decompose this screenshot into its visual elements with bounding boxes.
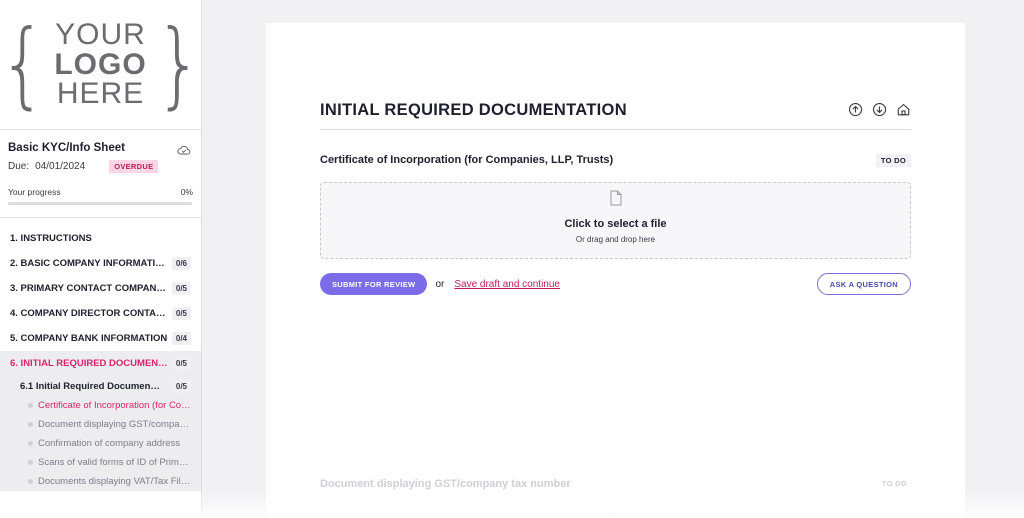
or-label: or [435, 278, 445, 290]
section-divider [320, 129, 911, 130]
header-icons [848, 102, 911, 117]
save-draft-link[interactable]: Save draft and continue [454, 279, 560, 290]
logo-left-brace: { [0, 9, 47, 119]
section-title: INITIAL REQUIRED DOCUMENTATION [320, 101, 627, 119]
nav-item-count: 0/5 [171, 307, 191, 320]
next-document-title: Document displaying GST/company tax numb… [320, 478, 571, 490]
nav-item-instructions[interactable]: 1. INSTRUCTIONS [0, 226, 201, 251]
sidebar: { YOUR LOGO HERE } Basic KYC/Info Sheet … [0, 0, 203, 518]
section-nav: 1. INSTRUCTIONS 2. BASIC COMPANY INFORMA… [0, 218, 201, 491]
logo-area: { YOUR LOGO HERE } [0, 0, 203, 130]
nav-item-company-bank[interactable]: 5. COMPANY BANK INFORMATION 0/4 [0, 326, 201, 351]
nav-item-initial-required-documentation[interactable]: 6. INITIAL REQUIRED DOCUMENTATION 0/5 [0, 351, 201, 376]
nav-item-count: 0/5 [171, 357, 191, 370]
dropzone-subtitle: Or drag and drop here [575, 235, 656, 244]
nav-doc-certificate-of-incorporation[interactable]: Certificate of Incorporation (for Compan… [0, 396, 201, 415]
ask-question-button[interactable]: ASK A QUESTION [816, 273, 911, 295]
progress-label: Your progress [8, 187, 61, 197]
nav-item-primary-contact[interactable]: 3. PRIMARY CONTACT COMPANY DETAILS 0/5 [0, 276, 201, 301]
nav-doc-label: Document displaying GST/company tax numb… [38, 419, 191, 430]
overdue-badge: OVERDUE [109, 160, 159, 173]
nav-item-count: 0/6 [171, 257, 191, 270]
nav-item-label: 6. INITIAL REQUIRED DOCUMENTATION [10, 358, 168, 369]
nav-doc-label: Confirmation of company address [38, 438, 181, 449]
sheet-title: Basic KYC/Info Sheet [8, 142, 125, 154]
logo-text: YOUR LOGO HERE [54, 18, 147, 111]
logo-line-1: YOUR [55, 18, 146, 52]
doc-status-dot [28, 479, 33, 484]
nav-item-label: 3. PRIMARY CONTACT COMPANY DETAILS [10, 283, 168, 294]
progress-row: Your progress 0% [8, 187, 193, 197]
sheet-info: Basic KYC/Info Sheet Due: 04/01/2024 OVE… [0, 130, 201, 218]
doc-status-dot [28, 422, 33, 427]
progress-bar [8, 202, 192, 205]
logo-line-2: LOGO [54, 47, 147, 81]
nav-subitem-initial-required-documentation[interactable]: 6.1 Initial Required Documentation 0/5 [0, 376, 201, 396]
document-title: Certificate of Incorporation (for Compan… [320, 154, 614, 166]
arrow-down-circle-icon[interactable] [872, 102, 887, 117]
cloud-sync-icon[interactable] [177, 144, 191, 156]
due-date: 04/01/2024 [35, 161, 86, 172]
nav-item-basic-company-information[interactable]: 2. BASIC COMPANY INFORMATION 0/6 [0, 251, 201, 276]
nav-item-company-director[interactable]: 4. COMPANY DIRECTOR CONTACT DETAILS 0/5 [0, 301, 201, 326]
nav-subitem-count: 0/5 [171, 379, 191, 393]
nav-item-count: 0/5 [171, 282, 191, 295]
nav-doc-label: Documents displaying VAT/Tax Filings [38, 476, 191, 487]
nav-doc-label: Scans of valid forms of ID of Primary Co… [38, 457, 191, 468]
nav-item-label: 1. INSTRUCTIONS [10, 233, 92, 244]
nav-doc-company-address[interactable]: Confirmation of company address [0, 434, 201, 453]
progress-percent: 0% [180, 187, 193, 197]
logo-right-brace: } [154, 9, 203, 119]
due-row: Due: 04/01/2024 OVERDUE [8, 160, 193, 173]
logo-line-3: HERE [56, 77, 145, 111]
file-dropzone[interactable]: Click to select a file Or drag and drop … [320, 182, 911, 259]
nav-item-label: 5. COMPANY BANK INFORMATION [10, 333, 168, 344]
nav-item-label: 2. BASIC COMPANY INFORMATION [10, 258, 168, 269]
arrow-up-circle-icon[interactable] [848, 102, 863, 117]
doc-status-dot [28, 460, 33, 465]
doc-status-dot [28, 441, 33, 446]
next-status-badge: TO DO [881, 479, 907, 488]
next-file-icon [610, 513, 620, 518]
active-section-group: 6. INITIAL REQUIRED DOCUMENTATION 0/5 6.… [0, 351, 201, 491]
doc-status-dot [28, 403, 33, 408]
nav-item-label: 4. COMPANY DIRECTOR CONTACT DETAILS [10, 308, 168, 319]
nav-doc-id-scans[interactable]: Scans of valid forms of ID of Primary Co… [0, 453, 201, 472]
nav-doc-vat-tax-filings[interactable]: Documents displaying VAT/Tax Filings [0, 472, 201, 491]
nav-doc-label: Certificate of Incorporation (for Compan… [38, 400, 191, 411]
file-icon [610, 190, 621, 206]
dropzone-title: Click to select a file [564, 218, 667, 230]
nav-subitem-label: 6.1 Initial Required Documentation [20, 380, 160, 392]
nav-doc-gst-tax-number[interactable]: Document displaying GST/company tax numb… [0, 415, 201, 434]
main-card: INITIAL REQUIRED DOCUMENTATION Certifica… [266, 23, 965, 518]
due-label: Due: [8, 161, 30, 172]
status-badge: TO DO [875, 154, 911, 167]
company-logo: { YOUR LOGO HERE } [0, 9, 208, 119]
nav-item-count: 0/4 [171, 332, 191, 345]
home-icon[interactable] [896, 102, 911, 117]
submit-for-review-button[interactable]: SUBMIT FOR REVIEW [320, 273, 428, 295]
action-row: SUBMIT FOR REVIEW or Save draft and cont… [320, 273, 911, 295]
